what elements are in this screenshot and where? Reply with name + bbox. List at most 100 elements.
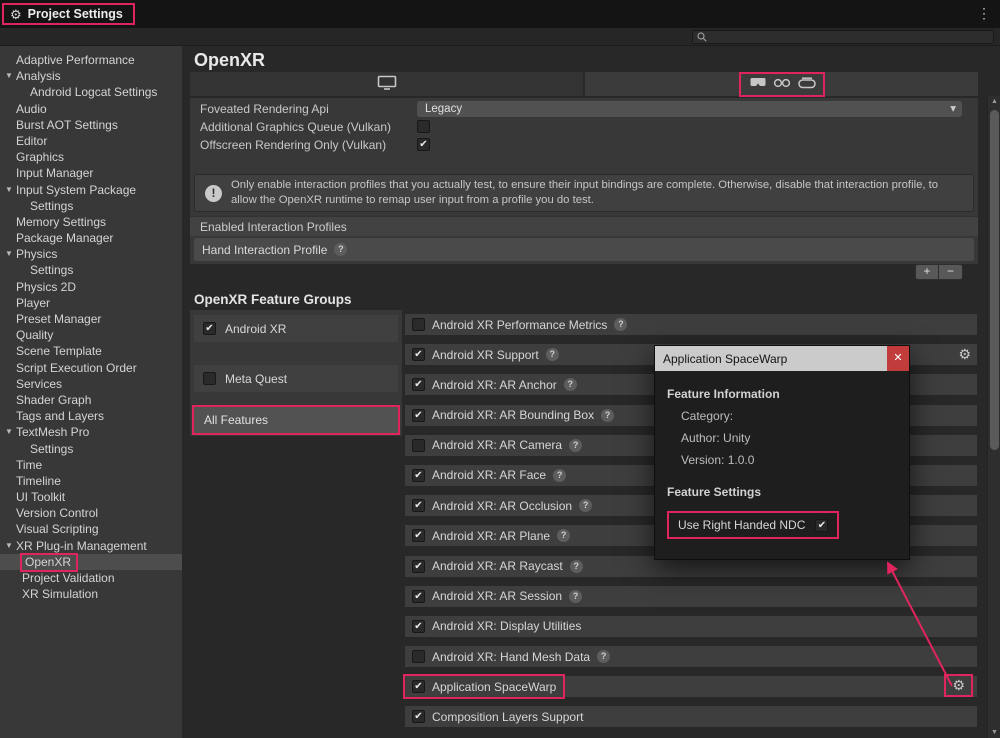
feature-checkbox[interactable] [412, 529, 425, 542]
sidebar-item-time[interactable]: Time [0, 457, 182, 473]
feature-checkbox[interactable] [412, 469, 425, 482]
scroll-down-icon[interactable] [988, 729, 1000, 736]
sidebar-item-input-manager[interactable]: Input Manager [0, 165, 182, 181]
sidebar-item-services[interactable]: Services [0, 376, 182, 392]
feature-checkbox[interactable] [412, 620, 425, 633]
sidebar-item-settings[interactable]: Settings [0, 262, 182, 278]
sidebar-item-editor[interactable]: Editor [0, 133, 182, 149]
feature-group-android-xr[interactable]: Android XR [194, 315, 398, 342]
help-icon[interactable] [546, 348, 559, 361]
sidebar-item-analysis[interactable]: Analysis [0, 68, 182, 84]
vertical-scrollbar[interactable] [987, 96, 1000, 738]
group-checkbox[interactable] [203, 322, 216, 335]
feature-checkbox[interactable] [412, 348, 425, 361]
sidebar-item-adaptive-performance[interactable]: Adaptive Performance [0, 52, 182, 68]
sidebar-item-physics-2d[interactable]: Physics 2D [0, 279, 182, 295]
popup-author-field: Author: Unity [667, 431, 897, 445]
sidebar-item-timeline[interactable]: Timeline [0, 473, 182, 489]
sidebar-item-player[interactable]: Player [0, 295, 182, 311]
sidebar-item-android-logcat-settings[interactable]: Android Logcat Settings [0, 84, 182, 100]
help-icon[interactable] [557, 529, 570, 542]
popup-close-button[interactable]: ✕ [887, 346, 909, 371]
sidebar-item-audio[interactable]: Audio [0, 101, 182, 117]
feature-checkbox[interactable] [412, 318, 425, 331]
sidebar-item-script-execution-order[interactable]: Script Execution Order [0, 360, 182, 376]
sidebar-item-preset-manager[interactable]: Preset Manager [0, 311, 182, 327]
sidebar-item-xr-plug-in-management[interactable]: XR Plug-in Management [0, 538, 182, 554]
sidebar-item-quality[interactable]: Quality [0, 327, 182, 343]
group-checkbox[interactable] [203, 372, 216, 385]
foldout-arrow-icon[interactable] [5, 182, 13, 198]
sidebar-item-physics[interactable]: Physics [0, 246, 182, 262]
help-icon[interactable] [570, 560, 583, 573]
feature-checkbox[interactable] [412, 650, 425, 663]
feature-settings-header: Feature Settings [667, 485, 897, 499]
feature-row-android-xr-hand-mesh-data[interactable]: Android XR: Hand Mesh Data [405, 646, 977, 667]
foldout-arrow-icon[interactable] [5, 68, 13, 84]
sidebar-item-package-manager[interactable]: Package Manager [0, 230, 182, 246]
feature-checkbox[interactable] [412, 409, 425, 422]
all-features-button[interactable]: All Features [194, 407, 398, 433]
profile-row-hand-interaction[interactable]: Hand Interaction Profile [194, 238, 974, 261]
feature-checkbox[interactable] [412, 680, 425, 693]
kebab-menu-icon[interactable]: ⋮ [977, 5, 991, 22]
sidebar-item-settings[interactable]: Settings [0, 441, 182, 457]
setting-checkbox[interactable] [417, 120, 430, 133]
sidebar-item-memory-settings[interactable]: Memory Settings [0, 214, 182, 230]
sidebar-item-visual-scripting[interactable]: Visual Scripting [0, 521, 182, 537]
feature-checkbox[interactable] [412, 499, 425, 512]
feature-row-composition-layers-support[interactable]: Composition Layers Support [405, 706, 977, 727]
feature-group-meta-quest[interactable]: Meta Quest [194, 365, 398, 392]
sidebar-item-label: Script Execution Order [16, 361, 137, 375]
foldout-arrow-icon[interactable] [5, 246, 13, 262]
feature-row-android-xr-display-utilities[interactable]: Android XR: Display Utilities [405, 616, 977, 637]
sidebar-item-graphics[interactable]: Graphics [0, 149, 182, 165]
foldout-arrow-icon[interactable] [5, 424, 13, 440]
feature-checkbox[interactable] [412, 378, 425, 391]
search-field[interactable] [692, 30, 994, 44]
sidebar-item-burst-aot-settings[interactable]: Burst AOT Settings [0, 117, 182, 133]
foldout-arrow-icon[interactable] [5, 538, 13, 554]
sidebar-item-label: Physics [16, 247, 57, 261]
popup-header: Application SpaceWarp ✕ [655, 346, 909, 371]
help-icon[interactable] [334, 243, 347, 256]
tab-xr-devices[interactable] [585, 72, 978, 96]
sidebar-item-version-control[interactable]: Version Control [0, 505, 182, 521]
help-icon[interactable] [579, 499, 592, 512]
scroll-up-icon[interactable] [988, 98, 1000, 105]
help-icon[interactable] [569, 439, 582, 452]
feature-checkbox[interactable] [412, 439, 425, 452]
feature-row-android-xr-ar-session[interactable]: Android XR: AR Session [405, 586, 977, 607]
feature-checkbox[interactable] [412, 590, 425, 603]
feature-row-android-xr-performance-metrics[interactable]: Android XR Performance Metrics [405, 314, 977, 335]
search-input[interactable] [710, 31, 993, 43]
tab-standalone[interactable] [190, 72, 583, 96]
help-icon[interactable] [569, 590, 582, 603]
feature-row-application-spacewarp[interactable]: Application SpaceWarp [405, 676, 977, 697]
feature-gear-icon[interactable] [946, 676, 971, 695]
feature-gear-icon[interactable] [958, 346, 971, 363]
sidebar-item-tags-and-layers[interactable]: Tags and Layers [0, 408, 182, 424]
help-icon[interactable] [614, 318, 627, 331]
sidebar-item-scene-template[interactable]: Scene Template [0, 343, 182, 359]
sidebar-item-xr-simulation[interactable]: XR Simulation [0, 586, 182, 602]
sidebar-item-textmesh-pro[interactable]: TextMesh Pro [0, 424, 182, 440]
sidebar-item-settings[interactable]: Settings [0, 198, 182, 214]
sidebar-item-ui-toolkit[interactable]: UI Toolkit [0, 489, 182, 505]
help-icon[interactable] [564, 378, 577, 391]
feature-checkbox[interactable] [412, 710, 425, 723]
remove-profile-button[interactable]: − [939, 264, 963, 280]
setting-checkbox[interactable] [417, 138, 430, 151]
sidebar-item-shader-graph[interactable]: Shader Graph [0, 392, 182, 408]
sidebar-item-input-system-package[interactable]: Input System Package [0, 182, 182, 198]
help-icon[interactable] [553, 469, 566, 482]
feature-checkbox[interactable] [412, 560, 425, 573]
add-profile-button[interactable]: + [915, 264, 939, 280]
scrollbar-thumb[interactable] [990, 110, 999, 450]
help-icon[interactable] [597, 650, 610, 663]
ndc-checkbox[interactable] [815, 519, 828, 532]
help-icon[interactable] [601, 409, 614, 422]
sidebar-item-project-validation[interactable]: Project Validation [0, 570, 182, 586]
sidebar-item-openxr[interactable]: OpenXR [0, 554, 182, 570]
dropdown-foveated-rendering-api[interactable]: Legacy [417, 101, 962, 117]
